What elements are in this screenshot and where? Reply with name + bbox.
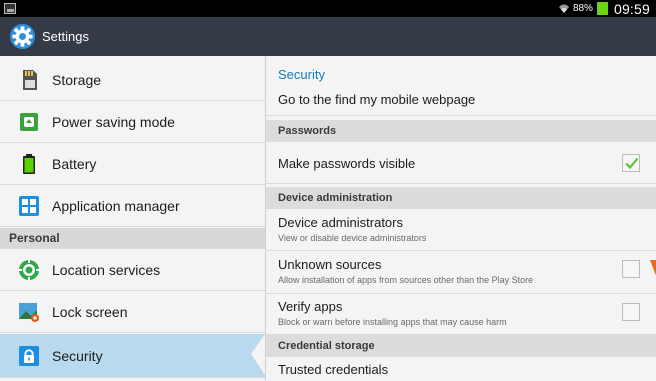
section-header-personal: Personal xyxy=(0,228,265,249)
settings-gear-icon[interactable] xyxy=(9,23,36,50)
sidebar-item-label: Security xyxy=(52,347,103,364)
unknown-sources-label: Unknown sources xyxy=(278,257,382,272)
storage-sd-card-icon xyxy=(18,69,40,91)
lock-screen-icon xyxy=(18,301,40,323)
make-passwords-visible-row[interactable]: Make passwords visible xyxy=(266,142,656,184)
find-my-mobile-row[interactable]: Go to the find my mobile webpage xyxy=(266,90,656,116)
unknown-sources-checkbox[interactable] xyxy=(622,260,640,278)
sidebar-item-security[interactable]: Security xyxy=(0,334,265,378)
sidebar-item-storage[interactable]: Storage xyxy=(0,60,265,101)
device-administrators-row[interactable]: Device administrators View or disable de… xyxy=(266,209,656,251)
pointer-marker xyxy=(650,260,656,278)
verify-apps-row[interactable]: Verify apps Block or warn before install… xyxy=(266,295,656,335)
battery-percent: 88% xyxy=(572,3,593,14)
unknown-sources-row[interactable]: Unknown sources Allow installation of ap… xyxy=(266,252,656,294)
status-bar: 88% 09:59 xyxy=(0,0,656,17)
sidebar-item-label: Location services xyxy=(52,262,161,278)
section-header-credential-storage: Credential storage xyxy=(266,335,656,357)
device-administrators-label: Device administrators xyxy=(278,215,403,230)
make-passwords-visible-label: Make passwords visible xyxy=(278,156,416,171)
verify-apps-summary: Block or warn before installing apps tha… xyxy=(278,317,507,327)
sidebar-item-label: Battery xyxy=(52,156,97,172)
unknown-sources-summary: Allow installation of apps from sources … xyxy=(278,275,534,285)
app-title: Settings xyxy=(42,29,89,44)
verify-apps-label: Verify apps xyxy=(278,299,343,314)
battery-icon xyxy=(18,153,40,175)
sidebar-item-label: Lock screen xyxy=(52,304,128,320)
sidebar-item-battery[interactable]: Battery xyxy=(0,144,265,185)
security-settings-panel: Security Go to the find my mobile webpag… xyxy=(266,56,656,381)
sidebar-item-power-saving[interactable]: Power saving mode xyxy=(0,102,265,143)
action-bar: Settings xyxy=(0,17,656,56)
sidebar-item-label: Storage xyxy=(52,72,102,88)
battery-icon xyxy=(596,2,608,15)
status-indicators: 88% 09:59 xyxy=(558,0,650,17)
application-manager-icon xyxy=(18,195,40,217)
sidebar-item-label: Power saving mode xyxy=(52,114,175,130)
sidebar-item-application-manager[interactable]: Application manager xyxy=(0,186,265,227)
selection-pointer xyxy=(251,334,265,375)
trusted-credentials-row[interactable]: Trusted credentials xyxy=(266,357,656,381)
make-passwords-visible-checkbox[interactable] xyxy=(622,154,640,172)
sidebar-item-lock-screen[interactable]: Lock screen xyxy=(0,292,265,333)
section-header-device-administration: Device administration xyxy=(266,187,656,209)
security-lock-icon xyxy=(18,345,40,367)
settings-category-list: Storage Power saving mode Battery Applic… xyxy=(0,56,265,381)
device-administrators-summary: View or disable device administrators xyxy=(278,233,427,243)
sidebar-item-location-services[interactable]: Location services xyxy=(0,250,265,291)
trusted-credentials-label: Trusted credentials xyxy=(278,362,389,377)
wifi-icon xyxy=(558,3,570,14)
location-icon xyxy=(18,259,40,281)
clock: 09:59 xyxy=(613,0,650,17)
section-header-passwords: Passwords xyxy=(266,120,656,142)
panel-title: Security xyxy=(278,67,325,82)
gallery-notification-icon xyxy=(4,3,16,14)
verify-apps-checkbox[interactable] xyxy=(622,303,640,321)
find-my-mobile-label: Go to the find my mobile webpage xyxy=(278,92,476,107)
power-saving-icon xyxy=(18,111,40,133)
sidebar-item-label: Application manager xyxy=(52,198,180,214)
